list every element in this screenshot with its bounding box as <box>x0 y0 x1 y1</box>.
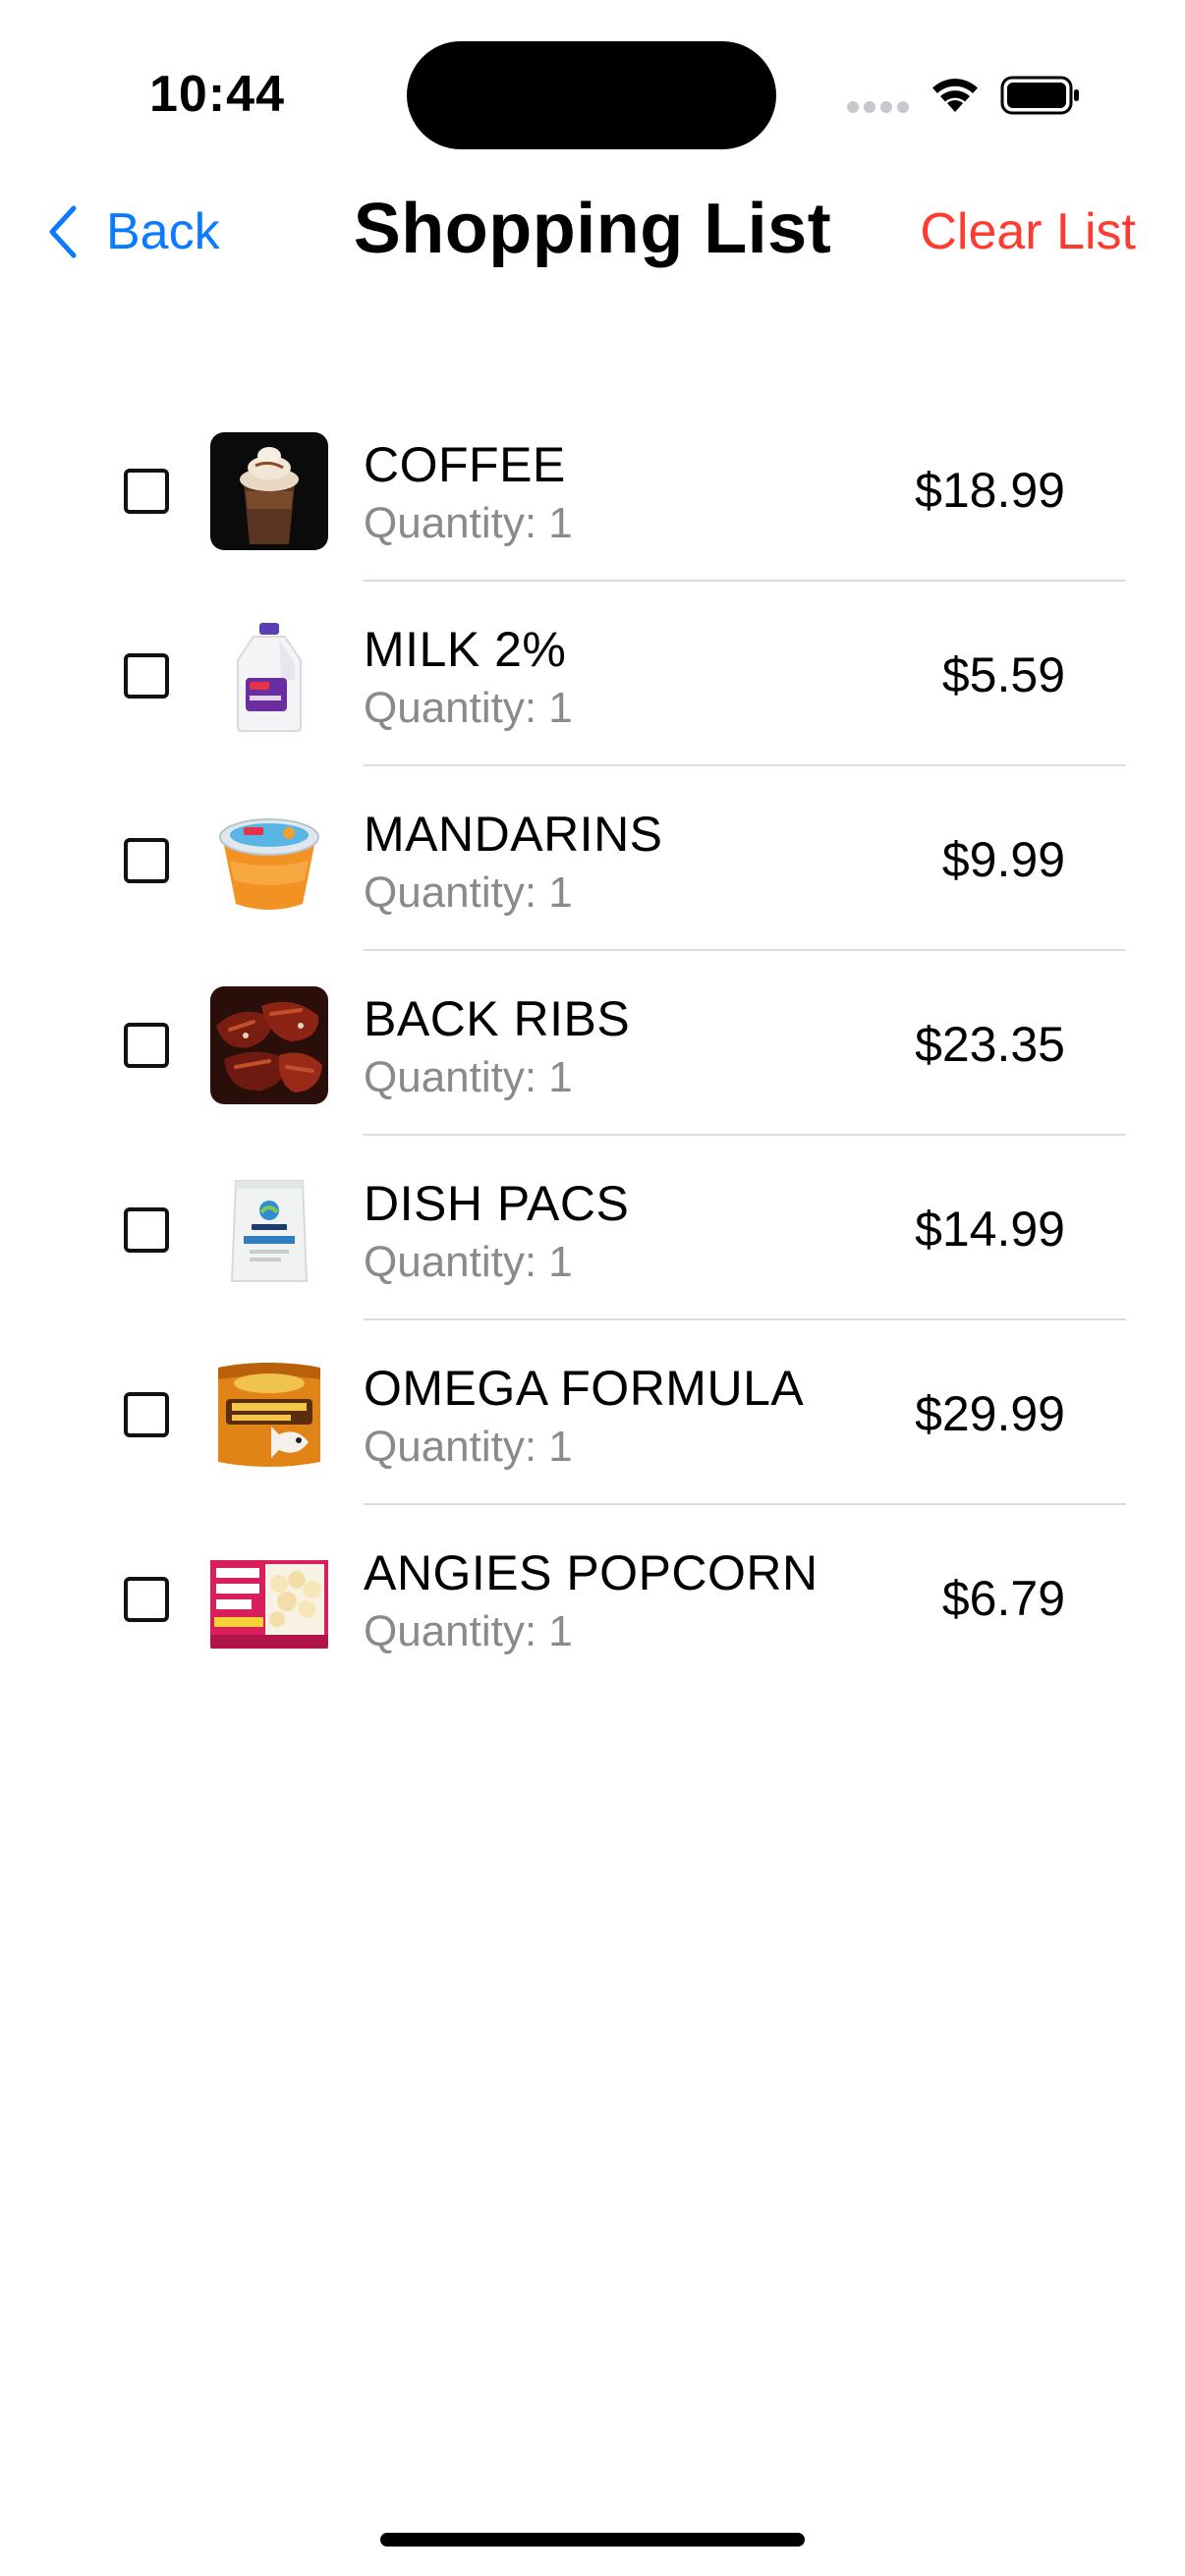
item-checkbox[interactable] <box>124 1392 169 1437</box>
item-price: $18.99 <box>915 463 1065 518</box>
item-checkbox[interactable] <box>124 1207 169 1253</box>
shopping-list-screen: 10:44 Back Shopping List Clear List COFF… <box>0 0 1185 2576</box>
item-checkbox[interactable] <box>124 653 169 699</box>
fish-food-can-icon <box>210 1356 328 1474</box>
ribs-icon <box>210 986 328 1104</box>
status-time: 10:44 <box>149 66 285 123</box>
item-price: $6.79 <box>941 1571 1065 1626</box>
item-quantity: Quantity: 1 <box>364 868 573 917</box>
item-name: DISH PACS <box>364 1176 630 1231</box>
item-price: $14.99 <box>915 1202 1065 1257</box>
list-item: COFFEE Quantity: 1 $18.99 <box>0 397 1185 582</box>
dish-pacs-bag-icon <box>210 1171 328 1289</box>
item-name: ANGIES POPCORN <box>364 1545 818 1600</box>
item-quantity: Quantity: 1 <box>364 1053 573 1101</box>
item-name: OMEGA FORMULA <box>364 1361 805 1416</box>
item-checkbox[interactable] <box>124 838 169 883</box>
item-name: COFFEE <box>364 437 566 492</box>
battery-icon <box>1000 75 1081 116</box>
list-item: DISH PACS Quantity: 1 $14.99 <box>0 1136 1185 1320</box>
list-item: MILK 2% Quantity: 1 $5.59 <box>0 582 1185 766</box>
item-name: BACK RIBS <box>364 991 631 1046</box>
popcorn-box-icon <box>210 1540 328 1658</box>
item-quantity: Quantity: 1 <box>364 684 573 732</box>
list-item: ANGIES POPCORN Quantity: 1 $6.79 <box>0 1505 1185 1690</box>
item-quantity: Quantity: 1 <box>364 1423 573 1471</box>
wifi-icon <box>928 73 983 114</box>
cellular-signal-icon <box>847 101 909 115</box>
item-quantity: Quantity: 1 <box>364 1607 573 1655</box>
item-price: $29.99 <box>915 1386 1065 1441</box>
item-price: $5.59 <box>941 647 1065 702</box>
dynamic-island <box>407 41 776 149</box>
list-item: MANDARINS Quantity: 1 $9.99 <box>0 766 1185 951</box>
shopping-list: COFFEE Quantity: 1 $18.99 MILK 2% Quanti… <box>0 397 1185 1690</box>
coffee-icon <box>210 432 328 550</box>
item-price: $9.99 <box>941 832 1065 887</box>
list-item: OMEGA FORMULA Quantity: 1 $29.99 <box>0 1320 1185 1505</box>
clear-list-button[interactable]: Clear List <box>920 202 1136 261</box>
milk-jug-icon <box>210 617 328 735</box>
home-indicator[interactable] <box>380 2533 805 2547</box>
list-item: BACK RIBS Quantity: 1 $23.35 <box>0 951 1185 1136</box>
item-checkbox[interactable] <box>124 1577 169 1622</box>
item-name: MANDARINS <box>364 807 663 862</box>
item-checkbox[interactable] <box>124 1023 169 1068</box>
item-price: $23.35 <box>915 1017 1065 1072</box>
item-quantity: Quantity: 1 <box>364 499 573 547</box>
item-name: MILK 2% <box>364 622 567 677</box>
item-quantity: Quantity: 1 <box>364 1238 573 1286</box>
item-checkbox[interactable] <box>124 469 169 514</box>
mandarin-cup-icon <box>210 802 328 920</box>
